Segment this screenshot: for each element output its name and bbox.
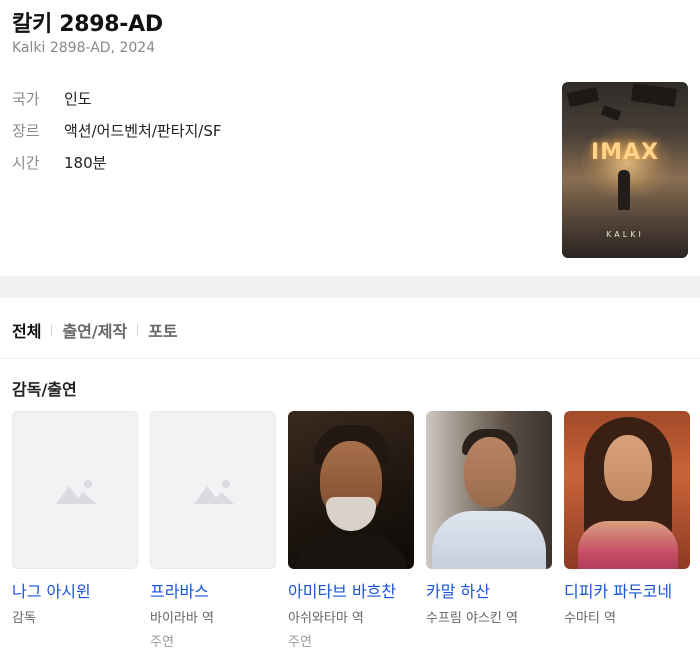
cast-photo-placeholder[interactable] [150, 411, 276, 569]
meta-value: 180분 [64, 153, 107, 172]
cast-photo[interactable] [288, 411, 414, 569]
meta-value: 액션/어드벤처/판타지/SF [64, 121, 222, 140]
cast-card[interactable]: 디피카 파두코네 수마티 역 [564, 411, 690, 650]
photo-body [432, 511, 546, 569]
photo-body [578, 521, 678, 569]
photo-body [294, 535, 408, 569]
movie-meta: 국가 인도 장르 액션/어드벤처/판타지/SF 시간 180분 [12, 82, 222, 178]
meta-row-runtime: 시간 180분 [12, 146, 222, 178]
meta-value: 인도 [64, 89, 92, 108]
cast-name[interactable]: 디피카 파두코네 [564, 578, 690, 602]
meta-key: 장르 [12, 121, 40, 140]
cast-card[interactable]: 아미타브 바흐찬 아쉬와타마 역 주연 [288, 411, 414, 650]
poster-imax-logo: IMAX [590, 140, 660, 165]
cast-billing: 주연 [150, 635, 174, 650]
cast-list: 나그 아시윈 감독 프라바스 바이라바 역 주연 아미타브 바흐찬 아쉬와타마 … [12, 411, 690, 650]
cast-role: 수마티 역 [564, 611, 616, 626]
cast-card[interactable]: 프라바스 바이라바 역 주연 [150, 411, 276, 650]
cast-billing: 주연 [288, 635, 312, 650]
cast-name[interactable]: 아미타브 바흐찬 [288, 578, 414, 602]
movie-subtitle: Kalki 2898-AD, 2024 [12, 40, 156, 56]
meta-key: 국가 [12, 89, 40, 108]
tab-bar: 전체 출연/제작 포토 [12, 318, 178, 342]
tab-cast-crew[interactable]: 출연/제작 [62, 318, 127, 342]
photo-face [464, 437, 516, 507]
cast-name[interactable]: 나그 아시윈 [12, 578, 138, 602]
tab-all[interactable]: 전체 [12, 318, 41, 342]
poster-title: KALKI [606, 230, 644, 239]
cast-card[interactable]: 나그 아시윈 감독 [12, 411, 138, 650]
cast-photo-placeholder[interactable] [12, 411, 138, 569]
section-title: 감독/출연 [12, 380, 77, 399]
tab-divider [0, 358, 700, 359]
poster-debris [600, 105, 622, 121]
cast-name[interactable]: 프라바스 [150, 578, 276, 602]
cast-role: 감독 [12, 611, 36, 626]
cast-role: 아쉬와타마 역 [288, 611, 364, 626]
meta-row-country: 국가 인도 [12, 82, 222, 114]
poster-debris [630, 83, 678, 107]
movie-info-panel: 칼키 2898-AD Kalki 2898-AD, 2024 국가 인도 장르 … [0, 0, 700, 276]
movie-title: 칼키 2898-AD [12, 12, 163, 37]
cast-name[interactable]: 카말 하산 [426, 578, 552, 602]
meta-key: 시간 [12, 153, 40, 172]
image-placeholder-icon [194, 480, 234, 504]
poster-debris [566, 87, 600, 107]
poster-figure [618, 170, 630, 210]
photo-face [604, 435, 652, 501]
cast-photo[interactable] [564, 411, 690, 569]
photo-beard [326, 497, 376, 531]
tab-separator [51, 324, 53, 336]
section-gap [0, 276, 700, 298]
meta-row-genre: 장르 액션/어드벤처/판타지/SF [12, 114, 222, 146]
cast-photo[interactable] [426, 411, 552, 569]
tab-photo[interactable]: 포토 [148, 318, 177, 342]
tab-separator [137, 324, 139, 336]
movie-poster[interactable]: IMAX KALKI [562, 82, 688, 258]
cast-role: 바이라바 역 [150, 611, 214, 626]
cast-role: 수프림 야스킨 역 [426, 611, 518, 626]
image-placeholder-icon [56, 480, 96, 504]
cast-card[interactable]: 카말 하산 수프림 야스킨 역 [426, 411, 552, 650]
